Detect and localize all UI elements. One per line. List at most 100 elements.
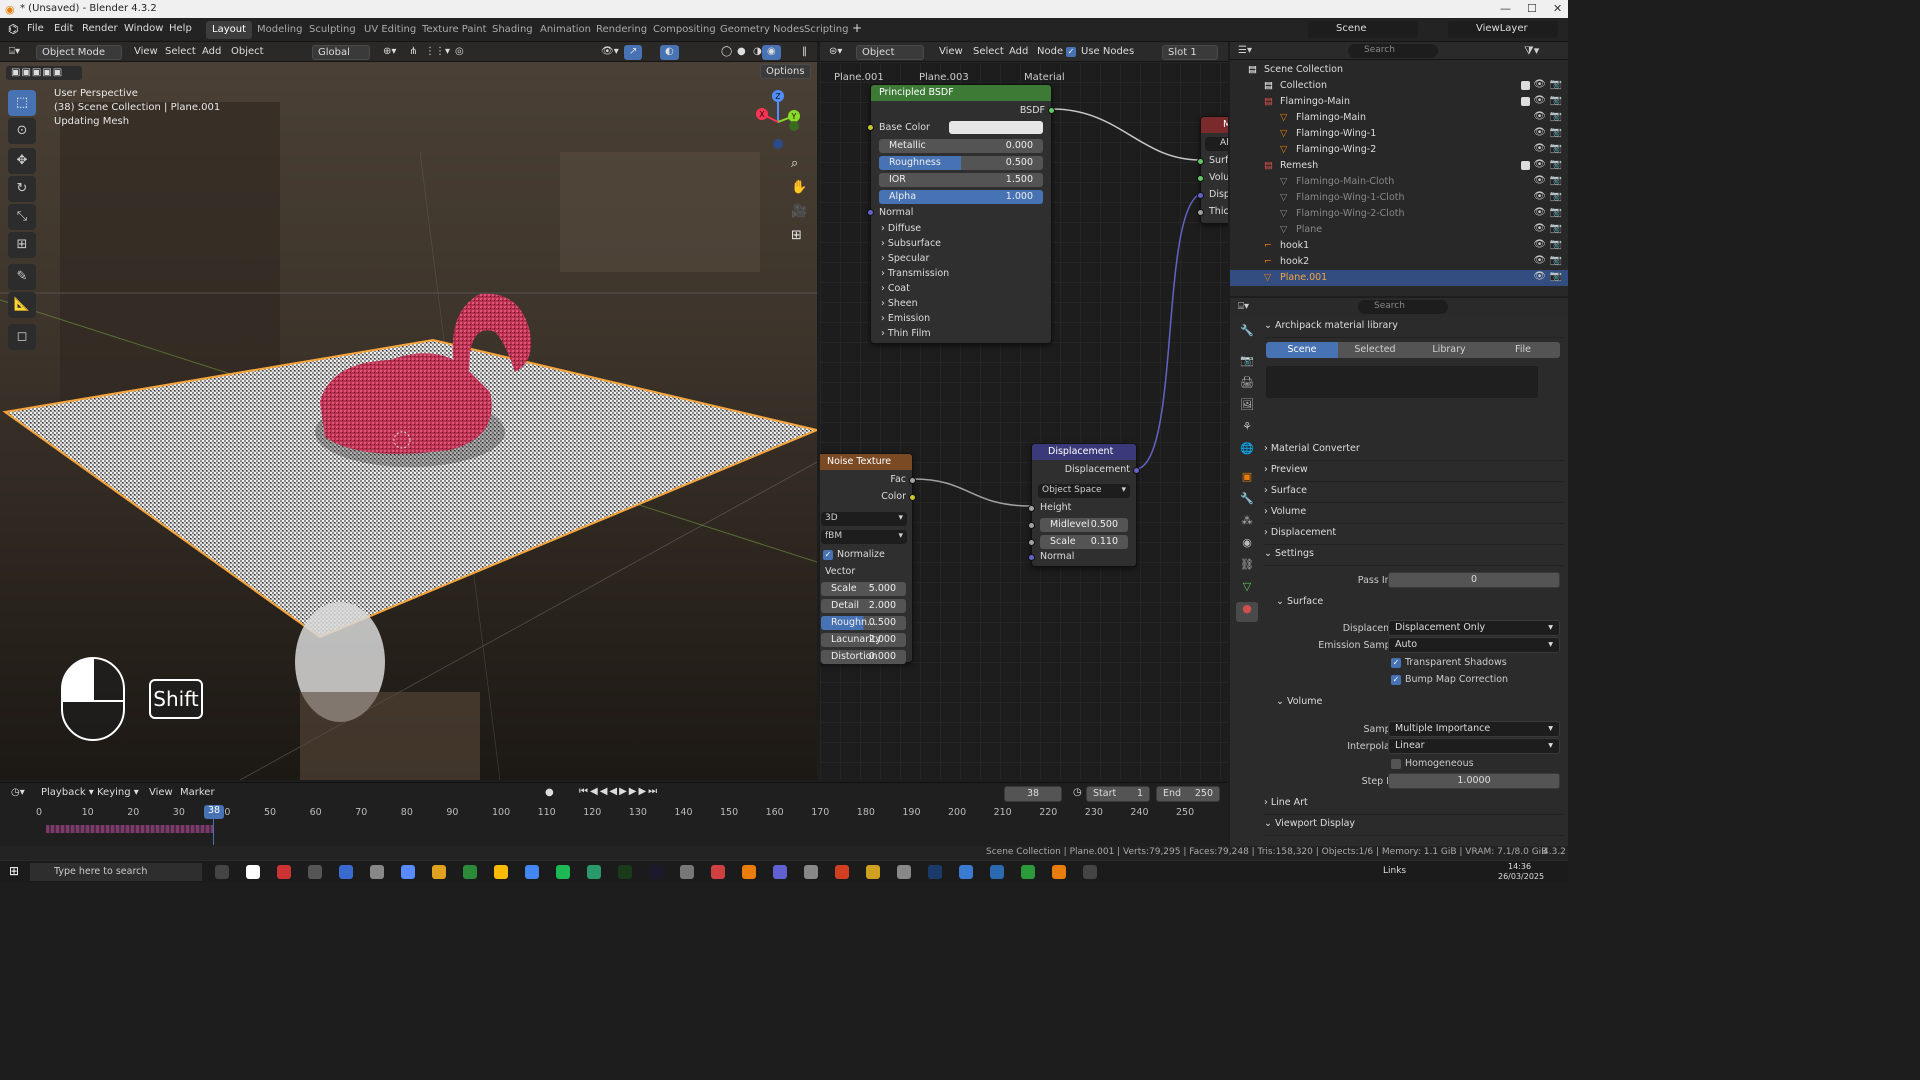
visibility-eye-icon[interactable]: 👁 [1533, 223, 1546, 234]
panel-sheen[interactable]: › Sheen [881, 298, 1045, 313]
taskbar-app-icon[interactable] [866, 865, 880, 879]
timeline-editor-type-icon[interactable]: ◷▾ [6, 786, 30, 801]
outliner-row[interactable]: ▤ Flamingo-Main 👁 📷 [1230, 94, 1568, 110]
taskbar-app-icon[interactable] [1052, 865, 1066, 879]
menu-help[interactable]: Help [169, 23, 192, 34]
viewport-menu-add[interactable]: Add [197, 45, 226, 60]
proportional-edit-icon[interactable]: ◎ [450, 45, 469, 60]
clock-icon[interactable]: ◷ [1068, 786, 1087, 801]
taskbar-app-icon[interactable] [401, 865, 415, 879]
measure-tool-icon[interactable]: 📐 [8, 292, 36, 318]
render-camera-icon[interactable]: 📷 [1550, 239, 1562, 250]
normalize-checkbox[interactable]: ✓ [823, 550, 833, 560]
tab-rendering[interactable]: Rendering [590, 21, 653, 39]
overlay-toggle-icon[interactable]: ◐ [660, 45, 679, 60]
archipack-tab-selected[interactable]: Selected [1338, 342, 1412, 358]
emission-sampling-dropdown[interactable]: Auto ▾ [1388, 637, 1560, 653]
viewport-menu-view[interactable]: View [129, 45, 163, 60]
view-layer-tab-icon[interactable]: 🖼 [1236, 398, 1258, 418]
taskbar-app-icon[interactable] [928, 865, 942, 879]
3d-viewport[interactable]: ⌸▾ Object Mode View Select Add Object Gl… [0, 42, 817, 780]
taskbar-app-icon[interactable] [835, 865, 849, 879]
output-surface-socket[interactable] [1197, 158, 1204, 165]
outliner-row[interactable]: ▽ Flamingo-Wing-2-Cloth 👁 📷 [1230, 206, 1568, 222]
taskbar-app-icon[interactable] [587, 865, 601, 879]
tab-scripting[interactable]: Scripting [798, 21, 854, 39]
panel-emission[interactable]: › Emission [881, 313, 1045, 328]
taskbar-app-icon[interactable] [959, 865, 973, 879]
roughness-field[interactable]: Roughness 0.500 [879, 156, 1043, 170]
panel-subsurface[interactable]: › Subsurface [881, 238, 1045, 253]
render-camera-icon[interactable]: 📷 [1550, 223, 1562, 234]
annotate-tool-icon[interactable]: ✎ [8, 264, 36, 290]
close-icon[interactable]: ✕ [1553, 2, 1562, 15]
noise-texture-node[interactable]: Noise Texture Fac Color 3D ▾ fBM ▾ ✓ Norma… [820, 453, 916, 664]
options-dropdown[interactable]: Options [760, 64, 811, 79]
volume-sampling-dropdown[interactable]: Multiple Importance ▾ [1388, 721, 1560, 737]
visibility-eye-icon[interactable]: 👁 [1533, 95, 1546, 106]
material-output-node[interactable]: M All Surfa Volu Displ Thick [1197, 116, 1228, 224]
taskbar-app-icon[interactable] [463, 865, 477, 879]
taskbar-app-icon[interactable] [432, 865, 446, 879]
viewport-menu-select[interactable]: Select [160, 45, 201, 60]
displacement-scale-socket[interactable] [1028, 539, 1035, 546]
minimize-icon[interactable]: — [1500, 2, 1511, 15]
ior-field[interactable]: IOR 1.500 [879, 173, 1043, 187]
noise-lacunarity-field[interactable]: Lacunarity 2.000 [821, 633, 906, 647]
step-rate-field[interactable]: 1.0000 [1388, 773, 1560, 789]
noise-dimensions-dropdown[interactable]: 3D ▾ [821, 512, 907, 526]
particles-tab-icon[interactable]: ⁂ [1236, 514, 1258, 534]
tab-shading[interactable]: Shading [486, 21, 539, 39]
taskbar-app-icon[interactable] [277, 865, 291, 879]
rotate-tool-icon[interactable]: ↻ [8, 176, 36, 202]
taskbar-app-icon[interactable] [618, 865, 632, 879]
selection-mode-icons[interactable]: ▣▣▣▣▣ [6, 66, 82, 80]
render-camera-icon[interactable]: 📷 [1550, 255, 1562, 266]
pan-hand-icon[interactable]: ✋ [791, 180, 807, 195]
displacement-height-socket[interactable] [1028, 505, 1035, 512]
section-settings[interactable]: ⌄ Settings [1264, 548, 1564, 566]
outliner-row[interactable]: ⌐ hook1 👁 📷 [1230, 238, 1568, 254]
render-camera-icon[interactable]: 📷 [1550, 79, 1562, 90]
noise-type-dropdown[interactable]: fBM ▾ [821, 530, 907, 544]
taskbar-app-icon[interactable] [370, 865, 384, 879]
links-toolbar[interactable]: Links [1383, 866, 1406, 876]
render-camera-icon[interactable]: 📷 [1550, 95, 1562, 106]
properties-search-input[interactable]: Search [1358, 300, 1448, 314]
render-camera-icon[interactable]: 📷 [1550, 271, 1562, 282]
taskbar-app-icon[interactable] [308, 865, 322, 879]
visibility-eye-icon[interactable]: 👁 [1533, 159, 1546, 170]
end-frame-field[interactable]: End 250 [1156, 786, 1220, 802]
displacement-scale-field[interactable]: Scale 0.110 [1040, 535, 1128, 549]
navigation-gizmo[interactable]: Z Y X [748, 86, 808, 156]
rendered-shading-icon[interactable]: ◉ [762, 45, 781, 60]
taskbar-app-icon[interactable] [742, 865, 756, 879]
render-tab-icon[interactable]: 📷 [1236, 354, 1258, 374]
object-tab-icon[interactable]: ▣ [1236, 470, 1258, 490]
pass-index-field[interactable]: 0 [1388, 572, 1560, 588]
output-thickness-socket[interactable] [1197, 209, 1204, 216]
interpolation-dropdown[interactable]: Linear ▾ [1388, 738, 1560, 754]
visibility-eye-icon[interactable]: 👁 [1533, 143, 1546, 154]
displacement-node-header[interactable]: Displacement [1032, 444, 1136, 460]
outliner-row[interactable]: ▽ Flamingo-Main 👁 📷 [1230, 110, 1568, 126]
pivot-icon[interactable]: ⊕▾ [378, 45, 401, 60]
taskbar-app-icon[interactable] [525, 865, 539, 879]
outliner-row[interactable]: ▽ Flamingo-Wing-2 👁 📷 [1230, 142, 1568, 158]
archipack-tab-library[interactable]: Library [1412, 342, 1486, 358]
visibility-eye-icon[interactable]: 👁 [1533, 191, 1546, 202]
collection-checkbox[interactable] [1521, 161, 1530, 170]
transform-orientation-dropdown[interactable]: Global [312, 45, 370, 60]
windows-start-icon[interactable]: ⊞ [9, 864, 19, 878]
panel-coat[interactable]: › Coat [881, 283, 1045, 298]
outliner-search-input[interactable]: Search [1348, 44, 1438, 58]
bump-map-checkbox[interactable]: ✓ [1391, 675, 1401, 685]
data-tab-icon[interactable]: ▽ [1236, 580, 1258, 600]
output-displacement-socket[interactable] [1197, 192, 1204, 199]
taskbar-app-icon[interactable] [897, 865, 911, 879]
render-camera-icon[interactable]: 📷 [1550, 191, 1562, 202]
outliner-row[interactable]: ▤ Collection 👁 📷 [1230, 78, 1568, 94]
taskbar-app-icon[interactable] [494, 865, 508, 879]
visibility-eye-icon[interactable]: 👁 [1533, 207, 1546, 218]
archipack-tab-scene[interactable]: Scene [1266, 342, 1338, 358]
